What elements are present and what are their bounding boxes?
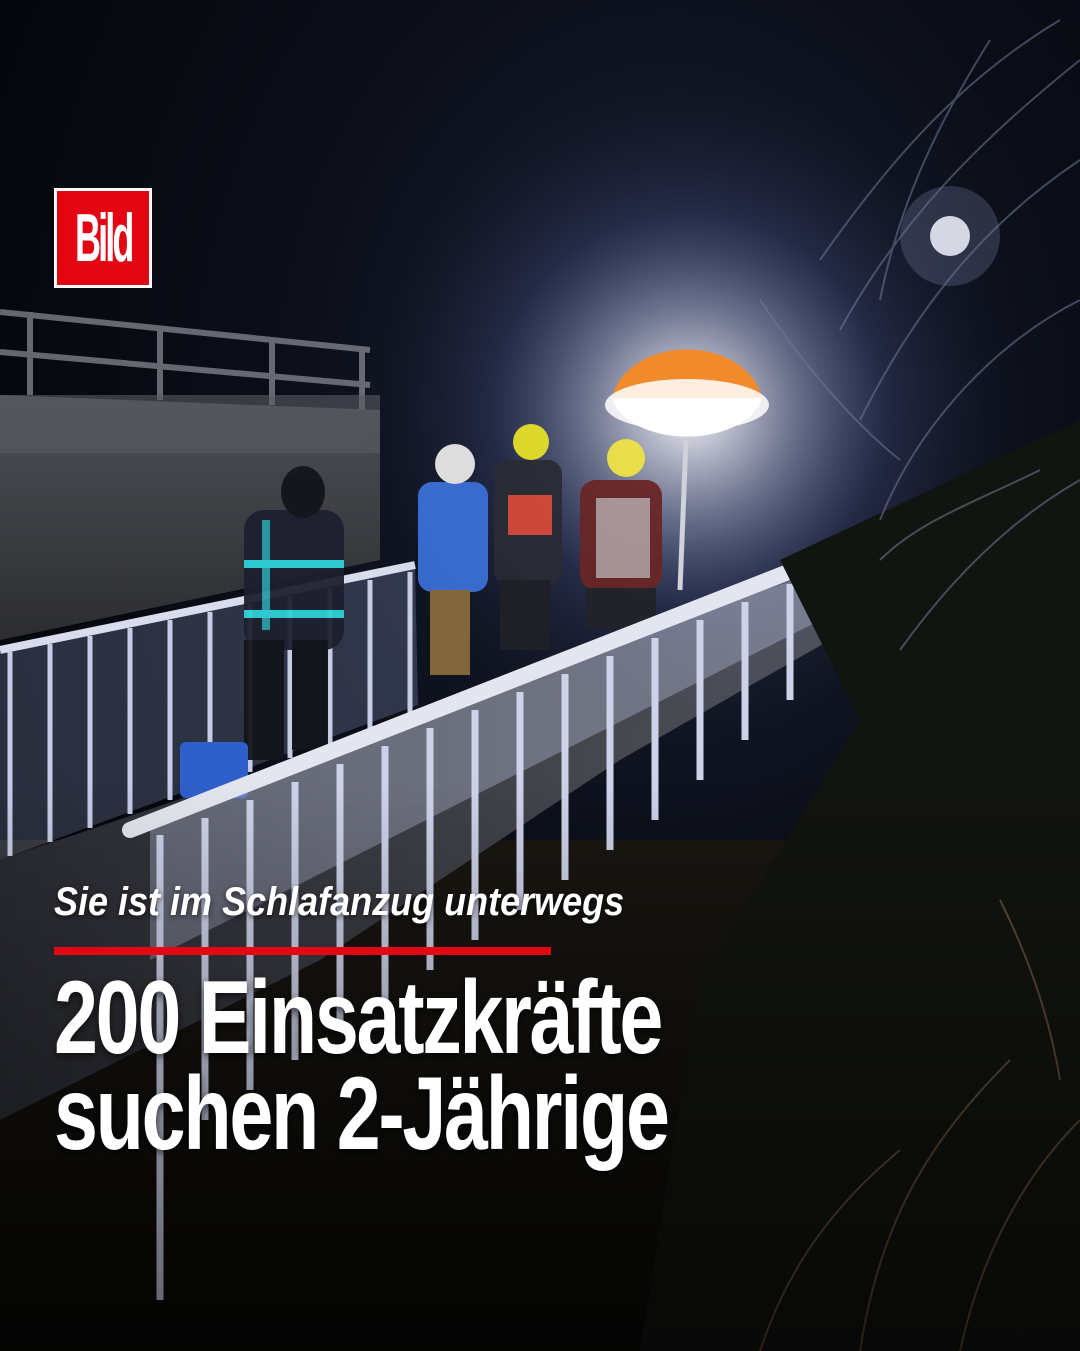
kicker-text: Sie ist im Schlafanzug unterwegs — [54, 880, 625, 924]
post-image: Bild Sie ist im Schlafanzug unterwegs 20… — [0, 0, 1080, 1351]
kicker-underline — [54, 947, 551, 955]
headline-line-1: 200 Einsatzkräfte — [54, 960, 663, 1076]
headline-line-2: suchen 2-Jährige — [54, 1056, 670, 1172]
bild-logo: Bild — [54, 188, 152, 288]
bild-logo-text: Bild — [74, 200, 134, 276]
headline: 200 Einsatzkräfte suchen 2-Jährige — [54, 960, 670, 1172]
